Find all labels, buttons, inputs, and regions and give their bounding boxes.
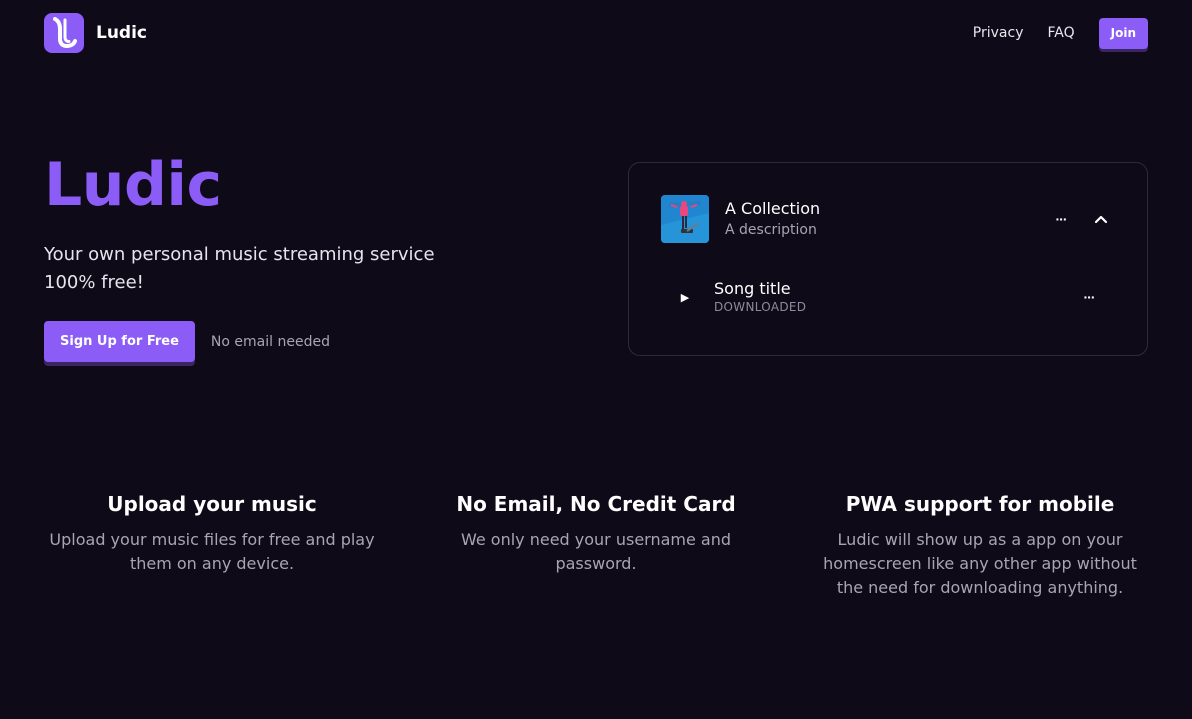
features-section: Upload your music Upload your music file… xyxy=(44,490,1148,600)
collection-title: A Collection xyxy=(725,199,821,218)
collection-row[interactable]: A Collection A description ··· xyxy=(661,195,1115,243)
song-status: DOWNLOADED xyxy=(714,300,807,314)
feature-upload: Upload your music Upload your music file… xyxy=(44,490,380,600)
song-title: Song title xyxy=(714,279,791,298)
collection-cover-image xyxy=(661,195,709,243)
hero-title: Ludic xyxy=(44,150,222,220)
privacy-link[interactable]: Privacy xyxy=(973,25,1024,41)
sign-up-button[interactable]: Sign Up for Free xyxy=(44,321,195,362)
top-nav: Ludic Privacy FAQ Join xyxy=(44,13,1148,53)
feature-title: No Email, No Credit Card xyxy=(456,492,736,516)
collection-preview-card: A Collection A description ··· ▶ Song ti… xyxy=(628,162,1148,356)
hero-subtitle: Your own personal music streaming servic… xyxy=(44,244,435,293)
song-row[interactable]: ▶ Song title DOWNLOADED ··· xyxy=(673,277,1103,317)
collection-description: A description xyxy=(725,222,817,238)
brand[interactable]: Ludic xyxy=(44,13,147,53)
feature-title: PWA support for mobile xyxy=(845,492,1115,516)
feature-title: Upload your music xyxy=(107,492,317,516)
cta-note: No email needed xyxy=(210,333,330,350)
chevron-up-icon[interactable] xyxy=(1087,205,1115,233)
play-icon[interactable]: ▶ xyxy=(673,285,697,309)
brand-name: Ludic xyxy=(96,23,148,43)
landing-page: Ludic Privacy FAQ Join Ludic Your own pe… xyxy=(0,0,1192,719)
feature-description: We only need your username and password. xyxy=(460,530,732,573)
feature-no-email: No Email, No Credit Card We only need yo… xyxy=(428,490,764,600)
feature-pwa: PWA support for mobile Ludic will show u… xyxy=(812,490,1148,600)
cta-row: Sign Up for Free No email needed xyxy=(44,321,330,362)
nav-links: Privacy FAQ Join xyxy=(949,17,1148,49)
song-text: Song title DOWNLOADED xyxy=(714,279,1075,315)
collection-more-icon[interactable]: ··· xyxy=(1047,205,1075,233)
join-button[interactable]: Join xyxy=(1098,17,1148,49)
song-more-icon[interactable]: ··· xyxy=(1075,283,1103,311)
ludic-logo-icon xyxy=(44,13,84,53)
faq-link[interactable]: FAQ xyxy=(1048,25,1075,41)
feature-description: Ludic will show up as a app on your home… xyxy=(823,530,1137,597)
feature-description: Upload your music files for free and pla… xyxy=(49,530,375,573)
collection-text: A Collection A description xyxy=(725,198,1047,240)
